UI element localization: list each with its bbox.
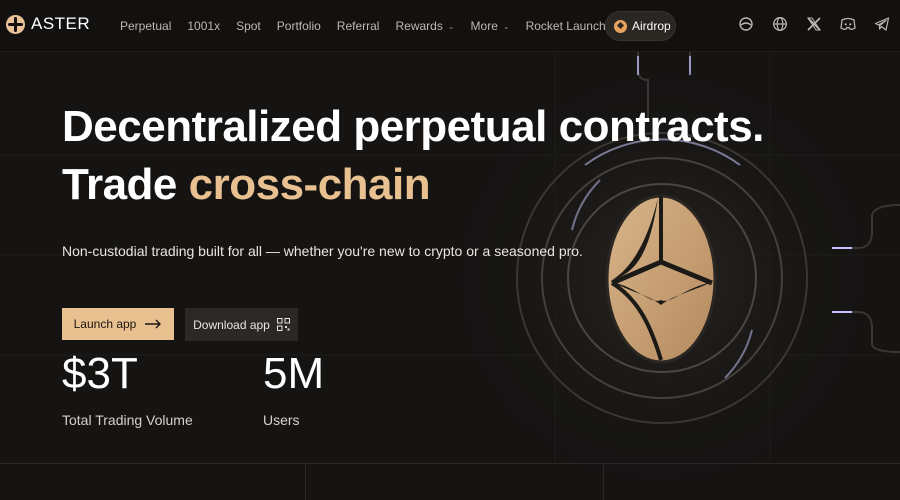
brand-logo[interactable]: ASTER (6, 14, 90, 34)
nav-item-perpetual[interactable]: Perpetual (120, 19, 171, 33)
nav-item-portfolio[interactable]: Portfolio (277, 19, 321, 33)
globe-outline-icon[interactable] (738, 16, 754, 32)
launch-app-label: Launch app (73, 317, 137, 331)
discord-icon[interactable] (840, 16, 856, 32)
download-app-button[interactable]: Download app (185, 308, 298, 341)
airdrop-icon (614, 19, 627, 33)
nav-item-label: Perpetual (120, 19, 172, 33)
nav-item-label: More (470, 19, 498, 33)
nav-item-spot[interactable]: Spot (236, 19, 261, 33)
brand-name: ASTER (31, 14, 91, 33)
hero-title-accent: cross-chain (188, 160, 431, 209)
hero-title-line1: Decentralized perpetual contracts. (62, 102, 764, 151)
hero-subtitle: Non-custodial trading built for all — wh… (62, 243, 583, 259)
arrow-right-icon (145, 319, 162, 329)
chevron-down-icon: ⌄ (447, 21, 455, 31)
stat-label: Users (263, 412, 300, 428)
download-app-label: Download app (193, 317, 270, 332)
nav-item-label: Referral (336, 19, 380, 33)
chevron-down-icon: ⌄ (502, 21, 510, 31)
globe-icon[interactable] (772, 16, 788, 32)
launch-app-button[interactable]: Launch app (62, 308, 174, 340)
section-divider (0, 463, 900, 464)
column-divider (305, 464, 306, 500)
airdrop-label: Airdrop (632, 19, 671, 33)
stat-value: 5M (263, 349, 325, 398)
aster-logo-icon (6, 14, 25, 34)
stat-value: $3T (62, 349, 138, 398)
main-menu: Perpetual 1001x Spot Portfolio Referral … (120, 0, 622, 52)
social-icons (738, 16, 890, 32)
column-divider (603, 464, 604, 500)
nav-item-more[interactable]: More ⌄ (471, 19, 510, 33)
telegram-icon[interactable] (874, 16, 890, 32)
nav-item-1001x[interactable]: 1001x (187, 19, 220, 33)
nav-item-label: Rocket Launch (525, 19, 606, 33)
x-icon[interactable] (806, 16, 822, 32)
nav-item-label: Portfolio (276, 19, 321, 33)
airdrop-button[interactable]: Airdrop (605, 11, 676, 41)
qr-code-icon (276, 318, 290, 331)
hero-title: Decentralized perpetual contracts. Trade… (62, 98, 764, 214)
nav-item-label: Rewards (395, 19, 443, 33)
nav-item-label: Spot (236, 19, 261, 33)
nav-item-label: 1001x (187, 19, 221, 33)
hero-title-prefix: Trade (62, 160, 189, 209)
top-nav: ASTER Perpetual 1001x Spot Portfolio Ref… (0, 0, 900, 52)
nav-item-referral[interactable]: Referral (337, 19, 380, 33)
stat-users: 5M Users (263, 349, 324, 428)
stat-label: Total Trading Volume (62, 412, 193, 428)
nav-item-rewards[interactable]: Rewards ⌄ (395, 19, 454, 33)
stat-trading-volume: $3T Total Trading Volume (62, 349, 193, 428)
